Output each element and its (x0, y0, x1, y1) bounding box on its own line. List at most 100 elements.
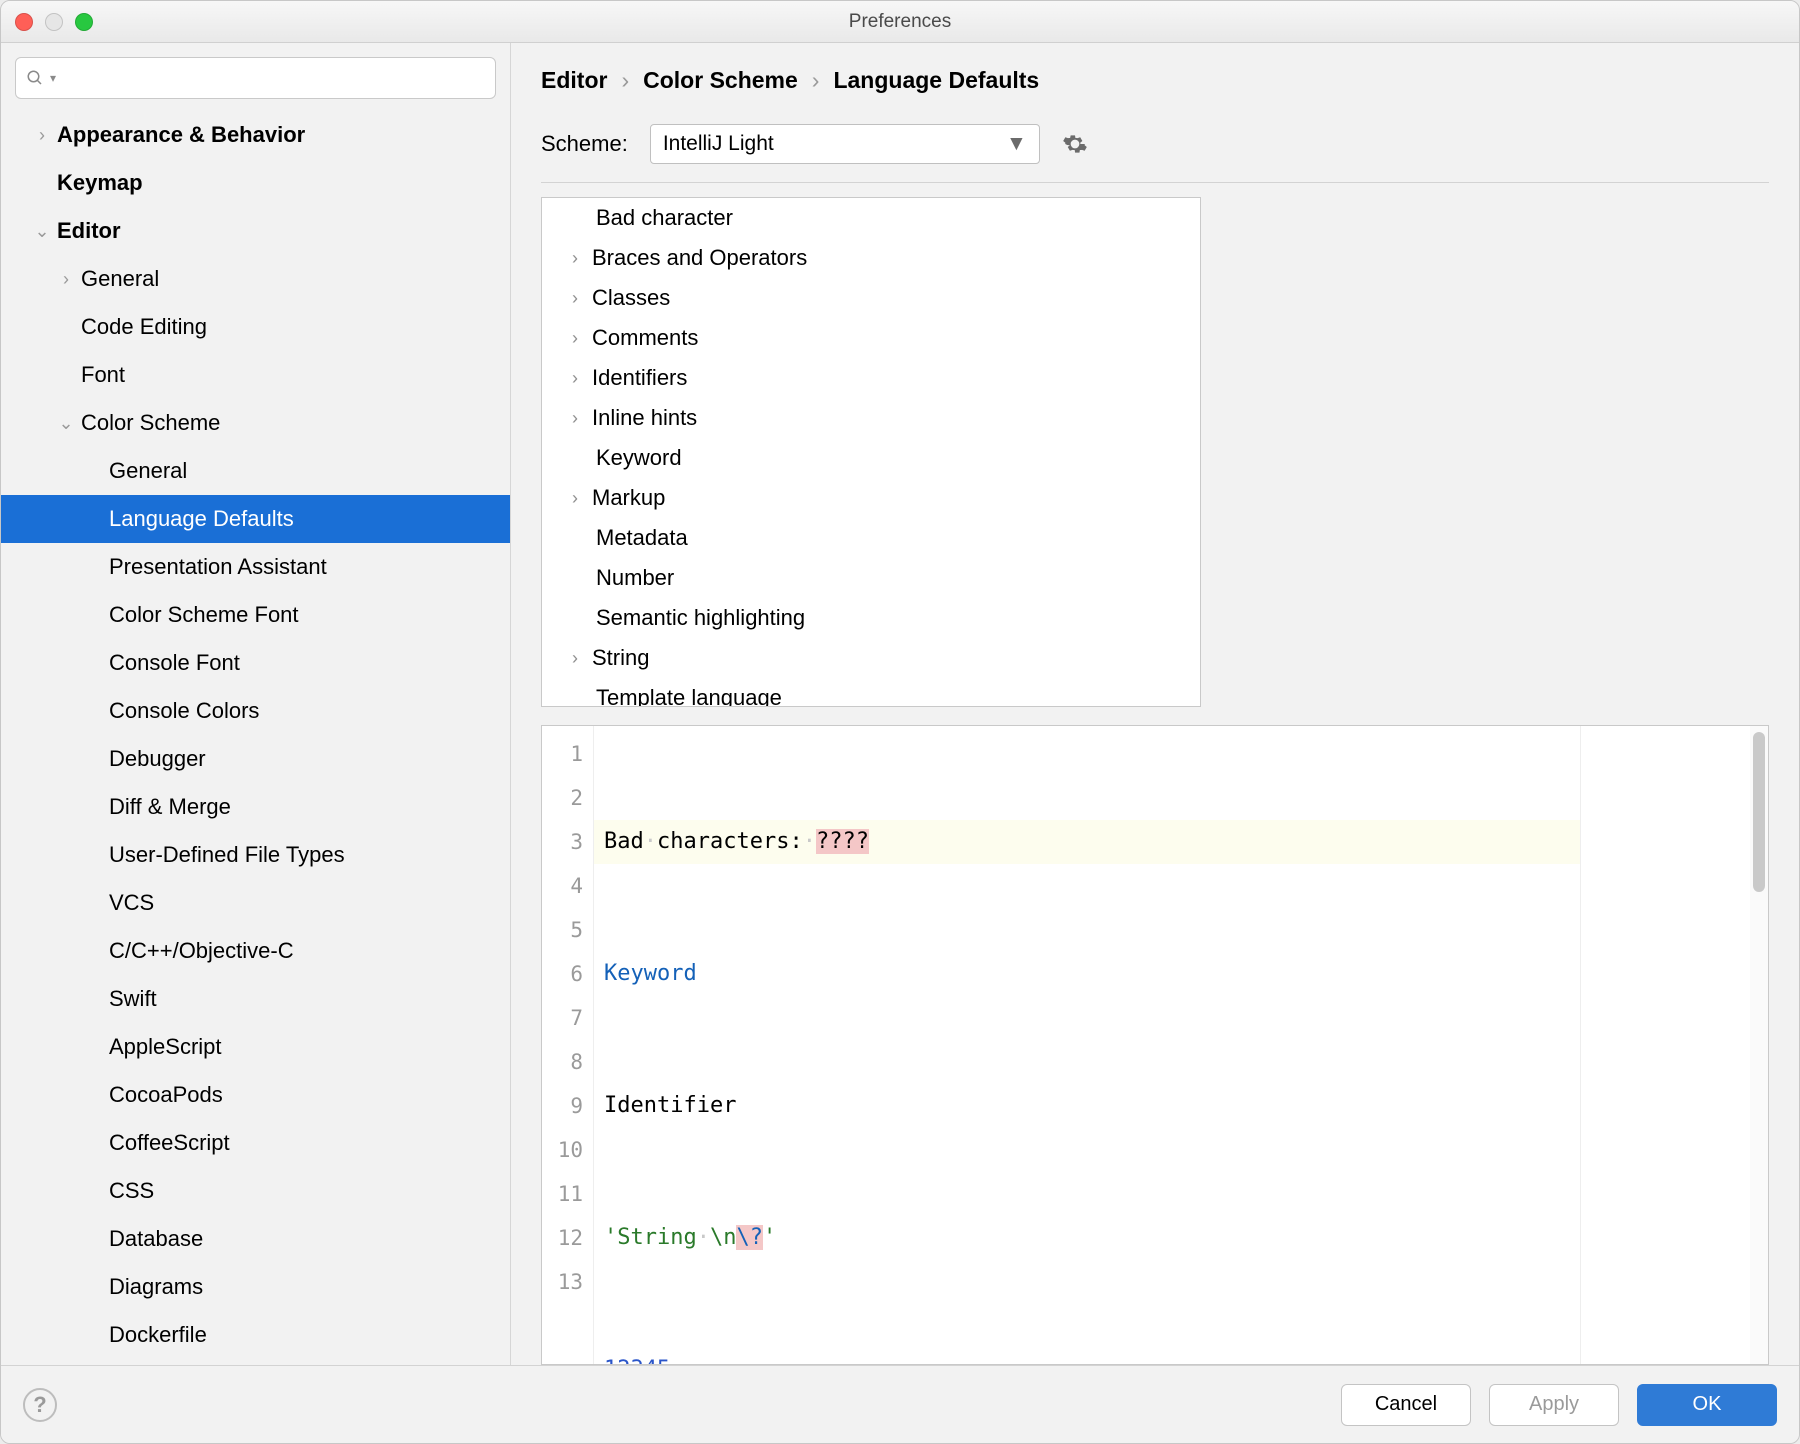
sidebar-item[interactable]: CSS (1, 1167, 510, 1215)
gear-icon[interactable] (1062, 131, 1088, 157)
line-number: 2 (542, 776, 583, 820)
category-item[interactable]: ›Classes (542, 278, 1200, 318)
ok-button[interactable]: OK (1637, 1384, 1777, 1426)
sidebar-item[interactable]: Code Editing (1, 303, 510, 351)
sidebar-item[interactable]: Language Defaults (1, 495, 510, 543)
sidebar-item[interactable]: Swift (1, 975, 510, 1023)
category-list[interactable]: Bad character›Braces and Operators›Class… (541, 197, 1201, 707)
scheme-row: Scheme: IntelliJ Light ▼ (541, 124, 1769, 183)
chevron-down-icon: ▾ (50, 71, 56, 85)
sidebar-item[interactable]: C/C++/Objective-C (1, 927, 510, 975)
sidebar-item-label: Diff & Merge (107, 794, 231, 820)
line-number: 6 (542, 952, 583, 996)
category-item[interactable]: ›String (542, 638, 1200, 678)
category-label: Markup (592, 485, 665, 511)
category-item[interactable]: ›Identifiers (542, 358, 1200, 398)
sidebar-item-label: Presentation Assistant (107, 554, 327, 580)
sidebar-item-label: CoffeeScript (107, 1130, 230, 1156)
line-number: 10 (542, 1128, 583, 1172)
scrollbar-thumb[interactable] (1753, 732, 1765, 892)
sidebar-item[interactable]: CocoaPods (1, 1071, 510, 1119)
breadcrumb-sep: › (812, 67, 820, 94)
preview-editor: 12345678910111213 Bad·characters:·???? K… (541, 725, 1769, 1365)
sidebar-item[interactable]: Font (1, 351, 510, 399)
category-label: Braces and Operators (592, 245, 807, 271)
scheme-value: IntelliJ Light (663, 132, 774, 156)
sidebar-item[interactable]: User-Defined File Types (1, 831, 510, 879)
category-label: Template language (596, 685, 782, 707)
sidebar-item[interactable]: Console Font (1, 639, 510, 687)
sidebar-item[interactable]: ⌄Color Scheme (1, 399, 510, 447)
category-item[interactable]: Template language (542, 678, 1200, 707)
chevron-down-icon: ▼ (1006, 132, 1027, 156)
sidebar-item[interactable]: ⌄Editor (1, 207, 510, 255)
chevron-right-icon: › (562, 408, 588, 429)
sidebar-item[interactable]: Keymap (1, 159, 510, 207)
chevron-down-icon: ⌄ (29, 221, 55, 242)
sidebar-item[interactable]: Debugger (1, 735, 510, 783)
category-item[interactable]: Metadata (542, 518, 1200, 558)
sidebar-item-label: Language Defaults (107, 506, 294, 532)
sidebar-item[interactable]: AppleScript (1, 1023, 510, 1071)
line-number: 11 (542, 1172, 583, 1216)
category-label: Number (596, 565, 674, 591)
breadcrumb-editor[interactable]: Editor (541, 67, 607, 94)
category-item[interactable]: Keyword (542, 438, 1200, 478)
chevron-right-icon: › (53, 269, 79, 290)
chevron-right-icon: › (562, 328, 588, 349)
search-input[interactable]: ▾ (15, 57, 496, 99)
category-label: Semantic highlighting (596, 605, 805, 631)
identifier-token: Identifier (604, 1093, 736, 1118)
line-gutter: 12345678910111213 (542, 726, 594, 1364)
breadcrumb: Editor › Color Scheme › Language Default… (541, 67, 1769, 94)
sidebar-item[interactable]: Diagrams (1, 1263, 510, 1311)
category-item[interactable]: ›Comments (542, 318, 1200, 358)
help-button[interactable]: ? (23, 1388, 57, 1422)
sidebar-item[interactable]: CoffeeScript (1, 1119, 510, 1167)
search-icon (26, 69, 44, 87)
category-label: Comments (592, 325, 698, 351)
sidebar-item-label: General (107, 458, 187, 484)
category-item[interactable]: Semantic highlighting (542, 598, 1200, 638)
breadcrumb-color-scheme[interactable]: Color Scheme (643, 67, 798, 94)
code-preview: Bad·characters:·???? Keyword Identifier … (594, 726, 1580, 1364)
sidebar-item[interactable]: Dockerfile (1, 1311, 510, 1359)
category-item[interactable]: Number (542, 558, 1200, 598)
apply-button[interactable]: Apply (1489, 1384, 1619, 1426)
chevron-down-icon: ⌄ (53, 413, 79, 434)
chevron-right-icon: › (29, 125, 55, 146)
category-item[interactable]: ›Braces and Operators (542, 238, 1200, 278)
sidebar-item-label: Appearance & Behavior (55, 122, 305, 148)
sidebar-item[interactable]: General (1, 447, 510, 495)
cancel-button[interactable]: Cancel (1341, 1384, 1471, 1426)
search-field[interactable] (64, 67, 485, 89)
sidebar-item[interactable]: Presentation Assistant (1, 543, 510, 591)
sidebar-item[interactable]: Console Colors (1, 687, 510, 735)
escape-token: \? (736, 1225, 763, 1250)
window-title: Preferences (1, 11, 1799, 33)
sidebar-item[interactable]: ›General (1, 255, 510, 303)
sidebar-item[interactable]: Color Scheme Font (1, 591, 510, 639)
sidebar-item-label: General (79, 266, 159, 292)
text: Bad·characters:· (604, 829, 816, 854)
sidebar-item[interactable]: Diff & Merge (1, 783, 510, 831)
sidebar-item-label: Database (107, 1226, 203, 1252)
category-item[interactable]: ›Markup (542, 478, 1200, 518)
sidebar-item[interactable]: ›Appearance & Behavior (1, 111, 510, 159)
line-number: 1 (542, 732, 583, 776)
chevron-right-icon: › (562, 288, 588, 309)
chevron-right-icon: › (562, 648, 588, 669)
titlebar: Preferences (1, 1, 1799, 43)
category-item[interactable]: Bad character (542, 198, 1200, 238)
category-label: String (592, 645, 649, 671)
bad-chars: ???? (816, 829, 869, 854)
sidebar-item-label: C/C++/Objective-C (107, 938, 294, 964)
scrollbar[interactable] (1750, 726, 1768, 1364)
settings-tree[interactable]: ›Appearance & BehaviorKeymap⌄Editor›Gene… (1, 111, 510, 1365)
sidebar-item-label: VCS (107, 890, 154, 916)
sidebar-item[interactable]: VCS (1, 879, 510, 927)
dialog-footer: ? Cancel Apply OK (1, 1365, 1799, 1443)
category-item[interactable]: ›Inline hints (542, 398, 1200, 438)
scheme-select[interactable]: IntelliJ Light ▼ (650, 124, 1040, 164)
sidebar-item[interactable]: Database (1, 1215, 510, 1263)
